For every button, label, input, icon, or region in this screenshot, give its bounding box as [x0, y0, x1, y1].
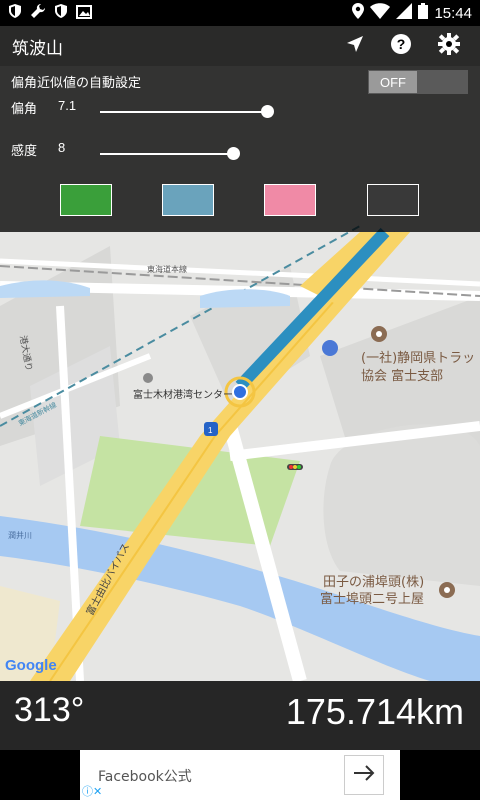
google-logo: Google: [5, 657, 57, 674]
map-label-river: 潤井川: [8, 530, 32, 540]
svg-text:?: ?: [397, 36, 406, 52]
ad-open-button[interactable]: [344, 755, 384, 795]
ad-text: Facebook公式: [98, 769, 192, 785]
declination-slider[interactable]: [100, 104, 280, 120]
map-route-number: 1: [208, 426, 213, 435]
ad-info-icon[interactable]: ⓘ✕: [82, 783, 102, 799]
map-label-taganoura-2: 富士埠頭二号上屋: [320, 591, 424, 607]
declination-value: 7.1: [58, 98, 77, 113]
toggle-on-side: [420, 71, 466, 93]
app-toolbar: 筑波山 ?: [0, 26, 480, 66]
slider-track: [100, 111, 267, 113]
auto-declination-label: 偏角近似値の自動設定: [11, 76, 142, 91]
declination-label: 偏角: [11, 102, 38, 117]
wrench-icon: [30, 3, 46, 23]
color-swatch-dark[interactable]: [367, 184, 419, 216]
color-swatch-blue[interactable]: [162, 184, 214, 216]
toggle-off-label: OFF: [369, 71, 417, 93]
sensitivity-slider[interactable]: [100, 146, 280, 162]
map-label-fuji-lumber: 富士木材港湾センター: [133, 388, 233, 401]
slider-track: [100, 153, 233, 155]
image-icon: [76, 4, 92, 23]
ad-area: Facebook公式 ⓘ✕: [0, 750, 480, 800]
map-label-association-1: (一社)静岡県トラッ: [361, 350, 475, 366]
location-pin-icon: [352, 3, 365, 23]
navigation-arrow-icon[interactable]: [346, 35, 364, 57]
distance-readout: 175.714km: [285, 691, 464, 732]
settings-panel: 偏角近似値の自動設定 OFF 偏角 7.1 感度 8: [0, 66, 480, 232]
readout-bar: 313° 175.714km: [0, 681, 480, 750]
sensitivity-value: 8: [58, 140, 66, 155]
map-label-tokaido-main: 東海道本線: [147, 264, 187, 274]
battery-icon: [418, 3, 429, 23]
slider-thumb[interactable]: [227, 147, 240, 160]
shield-icon: [54, 3, 68, 23]
gear-icon[interactable]: [438, 33, 460, 59]
ad-banner[interactable]: Facebook公式 ⓘ✕: [80, 750, 400, 800]
slider-thumb[interactable]: [261, 105, 274, 118]
page-title: 筑波山: [12, 38, 63, 59]
bearing-readout: 313°: [14, 691, 85, 729]
map-label-taganoura-1: 田子の浦埠頭(株): [323, 575, 424, 590]
color-swatch-pink[interactable]: [264, 184, 316, 216]
status-bar: 15:44: [0, 0, 480, 26]
wifi-icon: [370, 3, 391, 23]
auto-declination-toggle[interactable]: OFF: [368, 70, 468, 94]
signal-icon: [396, 3, 413, 23]
arrow-right-icon: [353, 764, 375, 786]
shield-icon: [8, 3, 22, 23]
status-time: 15:44: [434, 4, 472, 22]
color-swatch-green[interactable]: [60, 184, 112, 216]
sensitivity-label: 感度: [11, 144, 38, 159]
map-label-association-2: 協会 富士支部: [361, 368, 443, 384]
help-icon[interactable]: ?: [390, 33, 412, 59]
